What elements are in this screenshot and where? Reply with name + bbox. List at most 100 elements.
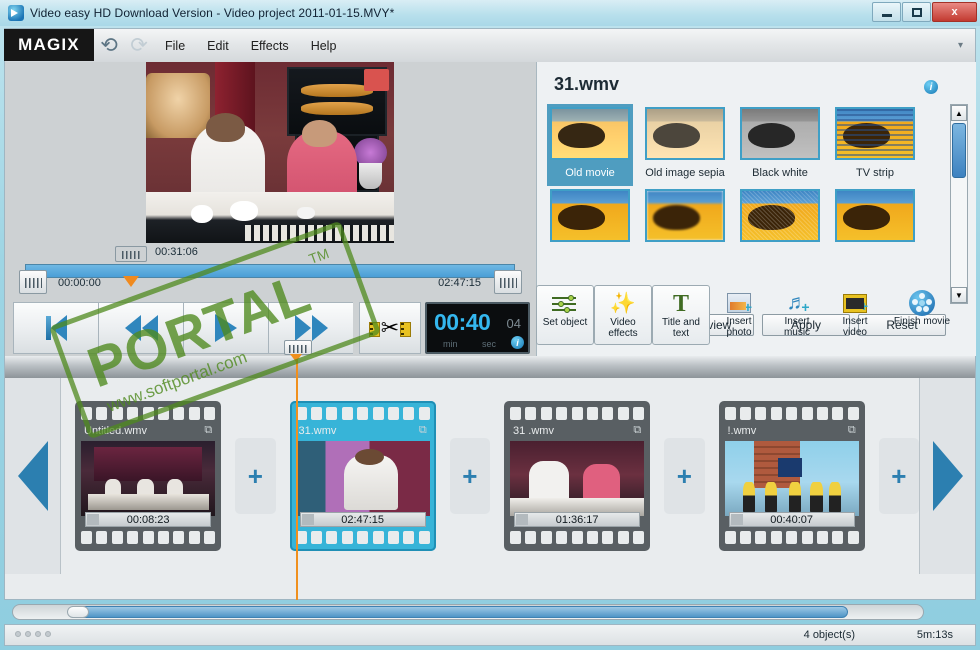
film-perforations-icon <box>81 531 216 545</box>
clip-duration: 00:40:07 <box>728 512 855 527</box>
effect-item[interactable] <box>642 186 728 256</box>
text-T-icon: T <box>672 291 689 317</box>
clip-transition-icon[interactable]: ⧉ <box>848 424 856 437</box>
preview-start-time: 00:00:00 <box>58 277 101 289</box>
clip-thumbnail <box>295 441 430 516</box>
sunflower-preview-image <box>552 109 628 158</box>
effect-item[interactable]: Black white <box>737 104 823 186</box>
add-clip-button[interactable]: + <box>235 438 276 514</box>
timeline-horizontal-scrollbar[interactable] <box>12 604 924 620</box>
clip-transition-icon[interactable]: ⧉ <box>419 424 427 437</box>
scrollbar-thumb[interactable] <box>68 606 848 618</box>
tool-label: Video effects <box>608 317 638 339</box>
transport-controls: ✂ <box>13 302 421 354</box>
status-object-count: 4 object(s) <box>803 629 855 641</box>
cut-button[interactable]: ✂ <box>359 302 421 354</box>
skip-to-start-button[interactable] <box>13 302 98 354</box>
scrollbar-thumb[interactable] <box>952 123 966 178</box>
minimize-button[interactable] <box>872 2 901 22</box>
clip-name: !.wmv <box>727 425 757 437</box>
scroll-up-button[interactable]: ▲ <box>951 105 967 121</box>
play-button[interactable] <box>183 302 268 354</box>
scrub-marker-handle[interactable] <box>115 246 147 262</box>
fast-forward-icon <box>294 315 328 341</box>
effect-thumbnail <box>550 107 630 160</box>
timeline-playhead-line <box>296 356 298 600</box>
application-window: Video easy HD Download Version - Video p… <box>0 0 980 650</box>
insert-video-icon: + <box>843 293 868 314</box>
tool-finish-movie[interactable]: Finish movie <box>884 285 960 345</box>
preview-scrubber[interactable]: 00:31:06 00:00:00 02:47:15 <box>5 246 536 302</box>
menu-bar: MAGIX ⟲ ⟳ File Edit Effects Help ▾ <box>4 28 976 62</box>
effect-thumbnail <box>835 189 915 242</box>
undo-arrow-icon[interactable]: ⟲ <box>94 31 124 61</box>
clip-transition-icon[interactable]: ⧉ <box>633 424 641 437</box>
tool-video-effects[interactable]: ✨ Video effects <box>594 285 652 345</box>
scrollbar-left-grip[interactable] <box>67 606 89 618</box>
rewind-icon <box>124 315 158 341</box>
menu-item-file[interactable]: File <box>154 35 196 57</box>
effect-item[interactable] <box>737 186 823 256</box>
timeline-playhead-handle[interactable] <box>284 340 312 355</box>
timeline-clips: Untitled.wmv ⧉ 00:08:23 +31.wmv ⧉ 02:47:15 +31… <box>61 378 919 574</box>
effect-item[interactable]: TV strip <box>832 104 918 186</box>
add-clip-button[interactable]: + <box>449 438 490 514</box>
timeline-prev-button[interactable] <box>5 378 61 574</box>
tool-insert-photo[interactable]: + Insert photo <box>710 285 768 345</box>
clip-duration: 02:47:15 <box>299 512 426 527</box>
info-icon[interactable]: i <box>511 336 524 349</box>
sunflower-preview-image <box>647 191 723 240</box>
menu-item-edit[interactable]: Edit <box>196 35 240 57</box>
rewind-button[interactable] <box>98 302 183 354</box>
tool-insert-video[interactable]: + Insert video <box>826 285 884 345</box>
sunflower-preview-image <box>837 191 913 240</box>
effect-label: Old movie <box>565 167 615 179</box>
effects-scrollbar[interactable]: ▲ ▼ <box>950 104 968 304</box>
maximize-button[interactable] <box>902 2 931 22</box>
effect-item[interactable]: Old image sepia <box>642 104 728 186</box>
add-clip-button[interactable]: + <box>664 438 705 514</box>
info-icon[interactable]: i <box>924 80 938 94</box>
effect-item[interactable]: Old movie <box>547 104 633 186</box>
tool-set-object[interactable]: Set object <box>536 285 594 345</box>
clip-transition-icon[interactable]: ⧉ <box>204 424 212 437</box>
scissors-cut-icon: ✂ <box>368 315 412 341</box>
trim-handle-left[interactable] <box>19 270 47 294</box>
add-clip-button[interactable]: + <box>878 438 919 514</box>
timeline-clip[interactable]: !.wmv ⧉ 00:40:07 <box>718 401 865 551</box>
timeline: Untitled.wmv ⧉ 00:08:23 +31.wmv ⧉ 02:47:15 +31… <box>4 340 976 600</box>
clip-thumbnail <box>81 441 216 516</box>
video-preview[interactable] <box>146 62 394 243</box>
tool-title-and-text[interactable]: T Title and text <box>652 285 710 345</box>
timeline-ruler[interactable] <box>4 356 976 378</box>
effect-item[interactable] <box>547 186 633 256</box>
timeline-clip[interactable]: Untitled.wmv ⧉ 00:08:23 <box>75 401 222 551</box>
tool-label: Finish movie <box>893 316 951 327</box>
menu-item-effects[interactable]: Effects <box>240 35 300 57</box>
timeline-next-button[interactable] <box>919 378 975 574</box>
effect-label <box>832 245 918 256</box>
effects-grid: Old movie Old image sepia Black white TV st… <box>547 104 942 262</box>
next-arrow-icon <box>932 441 963 511</box>
magic-wand-icon: ✨ <box>609 292 637 315</box>
tool-insert-music[interactable]: ♬ + Insert music <box>768 285 826 345</box>
sunflower-preview-image <box>647 109 723 158</box>
timeline-clip[interactable]: 31.wmv ⧉ 02:47:15 <box>289 401 436 551</box>
time-label-min: min <box>443 339 458 349</box>
film-perforations-icon <box>81 407 216 421</box>
play-icon <box>215 314 237 342</box>
chevron-down-icon[interactable]: ▾ <box>958 40 963 51</box>
time-label-sec: sec <box>482 339 497 349</box>
title-bar: Video easy HD Download Version - Video p… <box>0 0 980 26</box>
scrub-playhead-icon[interactable] <box>123 276 139 287</box>
status-total-duration: 5m:13s <box>916 629 953 641</box>
menu-item-help[interactable]: Help <box>300 35 348 57</box>
scrub-track[interactable] <box>25 264 515 278</box>
effect-item[interactable] <box>832 186 918 256</box>
status-bar: 4 object(s) 5m:13s <box>4 624 976 646</box>
timeline-playhead-icon <box>290 354 302 362</box>
close-button[interactable]: x <box>932 2 977 22</box>
timeline-clip[interactable]: 31 .wmv ⧉ 01:36:17 <box>504 401 651 551</box>
trim-handle-right[interactable] <box>494 270 522 294</box>
time-display: 00:40 04 min sec i <box>425 302 530 354</box>
